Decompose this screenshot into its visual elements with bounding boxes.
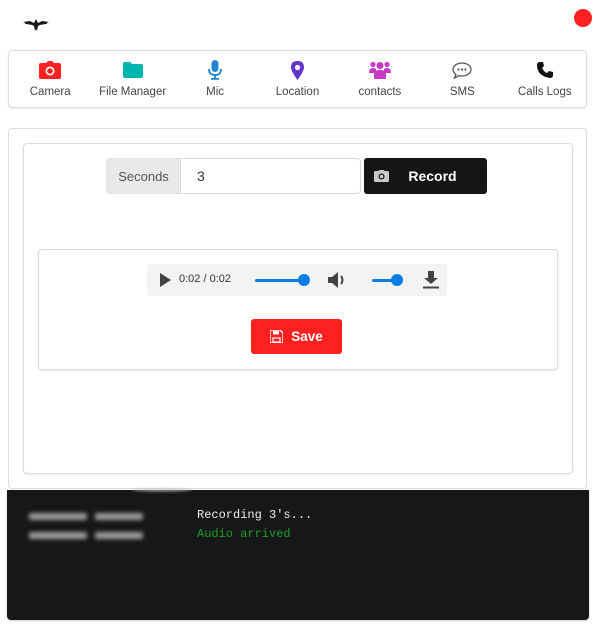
nav-item-calls-logs[interactable]: Calls Logs (504, 51, 586, 107)
map-marker-icon (286, 59, 308, 81)
log-message: Recording 3's... (197, 508, 313, 522)
download-icon[interactable] (422, 271, 440, 289)
comment-dots-icon (451, 59, 473, 81)
log-entry: Recording 3's... (7, 508, 589, 524)
nav-label: File Manager (99, 86, 167, 98)
eagle-logo-icon (22, 17, 50, 33)
console-divider (132, 488, 192, 492)
seconds-label: Seconds (106, 158, 180, 194)
log-console: Recording 3's... Audio arrived (7, 488, 589, 620)
log-message: Audio arrived (197, 527, 291, 541)
seconds-input[interactable] (180, 158, 361, 194)
camera-icon (374, 170, 390, 182)
volume-slider-thumb[interactable] (391, 274, 403, 286)
microphone-icon (204, 59, 226, 81)
nav-item-location[interactable]: Location (256, 51, 338, 107)
time-display: 0:02 / 0:02 (179, 273, 231, 285)
nav-item-sms[interactable]: SMS (421, 51, 503, 107)
nav-label: Location (275, 86, 320, 98)
floppy-disk-icon (270, 330, 284, 343)
camera-icon (39, 59, 62, 81)
volume-icon[interactable] (328, 271, 348, 289)
nav-label: SMS (449, 86, 475, 98)
seconds-input-group: Seconds (106, 158, 361, 194)
save-button[interactable]: Save (251, 319, 342, 354)
top-bar (0, 0, 596, 48)
save-label: Save (291, 329, 323, 344)
nav-item-file-manager[interactable]: File Manager (91, 51, 173, 107)
nav-label: contacts (358, 86, 402, 98)
audio-player: 0:02 / 0:02 (147, 264, 447, 296)
folder-icon (122, 59, 144, 81)
record-label: Record (408, 168, 457, 184)
nav-item-camera[interactable]: Camera (9, 51, 91, 107)
feature-nav: Camera File Manager Mic Location contact… (8, 50, 587, 108)
nav-item-contacts[interactable]: contacts (339, 51, 421, 107)
log-timestamp-redacted (29, 511, 164, 521)
nav-label: Camera (29, 86, 71, 98)
record-button[interactable]: Record (364, 158, 487, 194)
seek-slider-thumb[interactable] (298, 274, 310, 286)
users-icon (368, 59, 391, 81)
log-entry: Audio arrived (7, 527, 589, 543)
play-icon[interactable] (158, 273, 172, 287)
log-timestamp-redacted (29, 530, 164, 540)
nav-label: Mic (206, 86, 224, 98)
status-indicator (574, 9, 592, 27)
nav-label: Calls Logs (517, 86, 572, 98)
nav-item-mic[interactable]: Mic (174, 51, 256, 107)
phone-icon (534, 59, 556, 81)
